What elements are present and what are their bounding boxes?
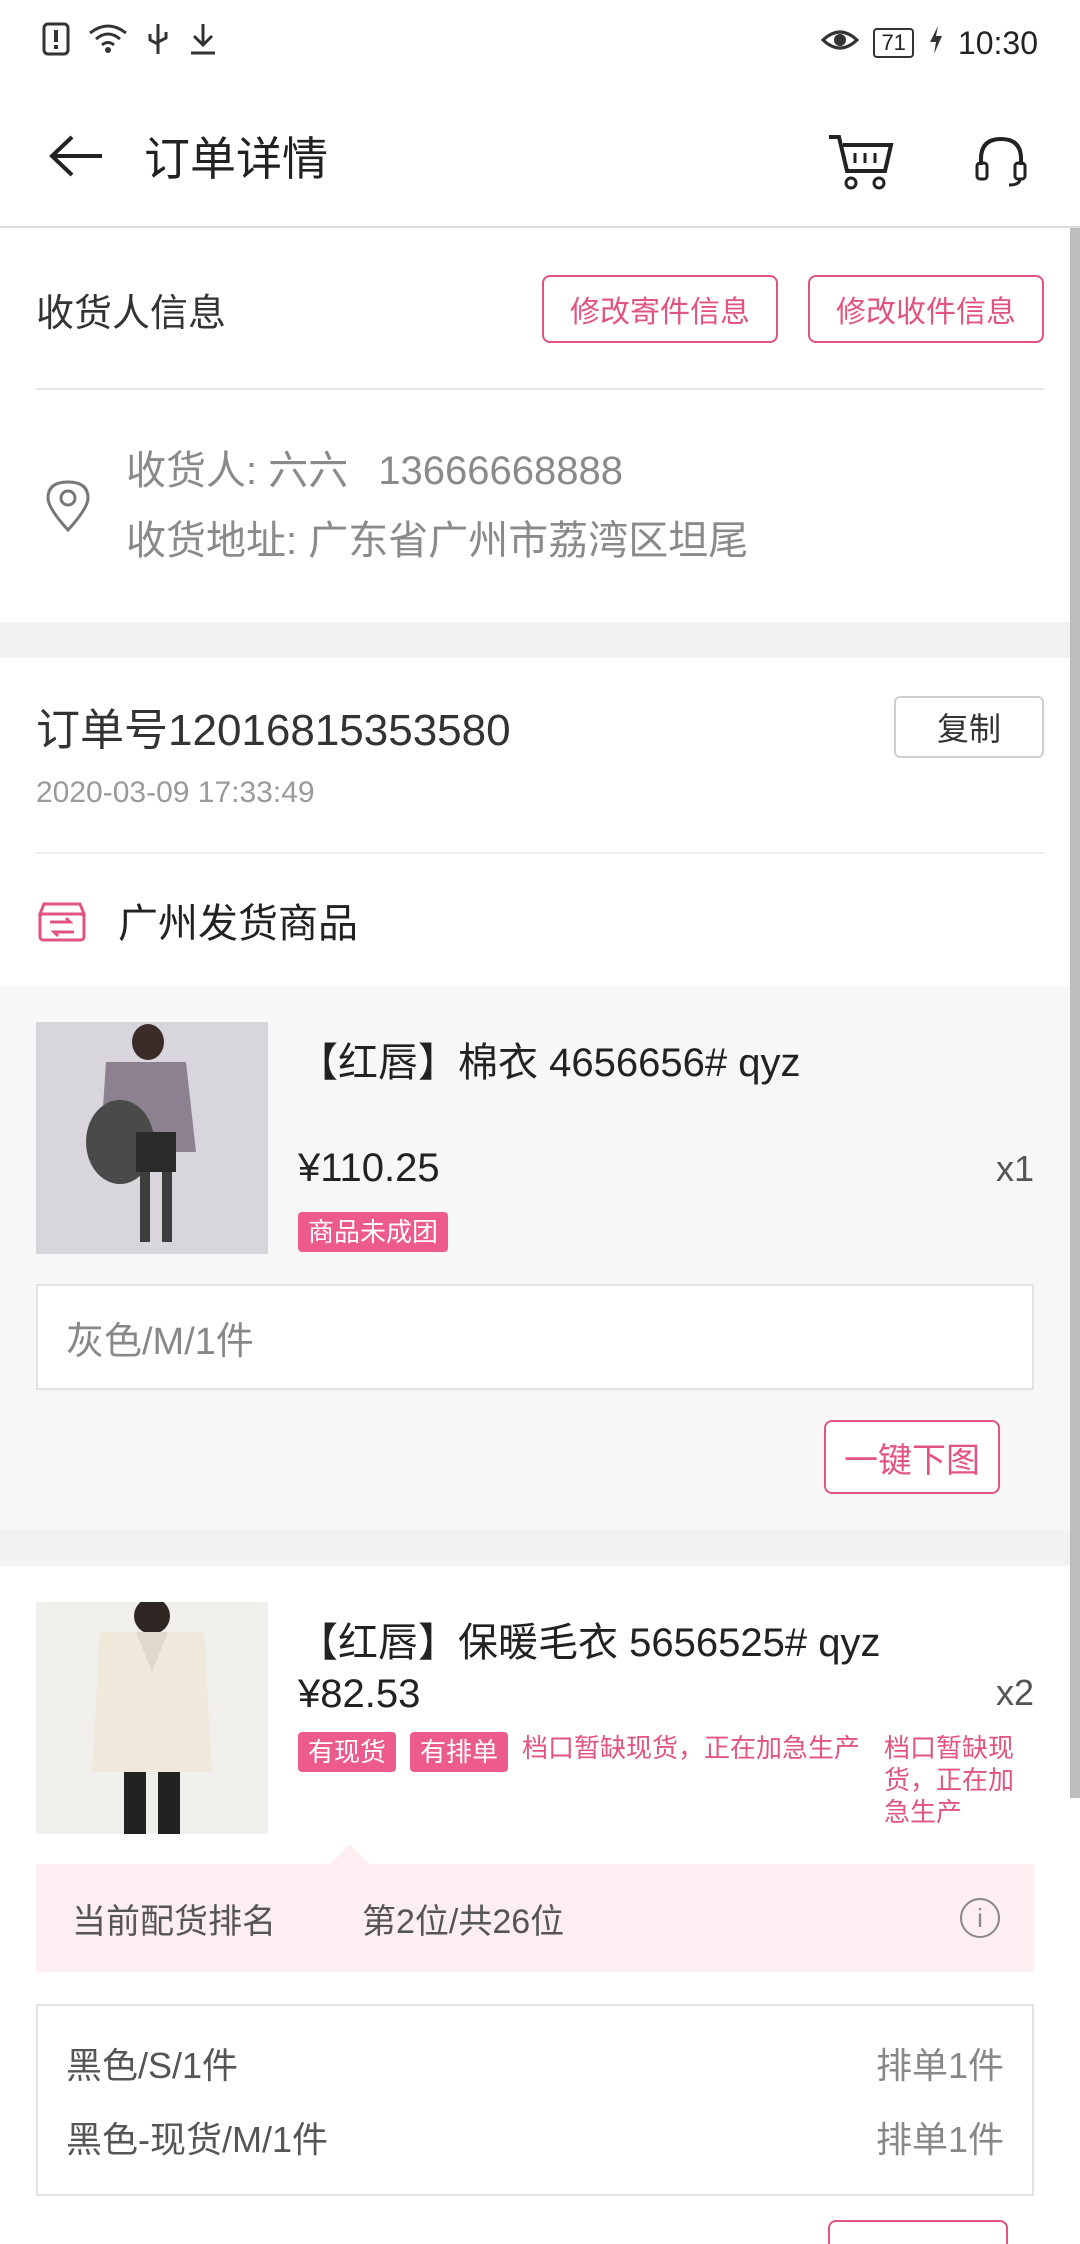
eye-icon xyxy=(821,25,860,62)
recipient-body: 收货人: 六六 13666668888 收货地址: 广东省广州市荔湾区坦尾 xyxy=(0,390,1070,622)
status-bar: 71 10:30 xyxy=(0,0,1080,86)
scrollbar[interactable] xyxy=(1070,228,1080,1798)
clock-time: 10:30 xyxy=(957,24,1038,61)
product-name[interactable]: 【红唇】棉衣 4656656# qyz xyxy=(298,1030,1034,1088)
ship-origin-row: 广州发货商品 xyxy=(0,854,1070,986)
nav-actions xyxy=(826,126,1036,196)
back-button[interactable] xyxy=(36,116,116,196)
status-icons-left xyxy=(42,22,218,64)
edit-sender-button[interactable]: 修改寄件信息 xyxy=(542,275,778,343)
location-pin-icon xyxy=(46,480,90,533)
product-image[interactable] xyxy=(36,1022,268,1254)
wifi-icon xyxy=(88,23,128,63)
cart-icon xyxy=(829,135,894,190)
variant-list: 黑色/S/1件 排单1件 黑色-现货/M/1件 排单1件 xyxy=(36,2004,1034,2196)
section-divider xyxy=(0,622,1070,658)
download-images-button[interactable]: 一键下图 xyxy=(824,1420,1000,1494)
order-time: 2020-03-09 17:33:49 xyxy=(36,776,315,809)
nav-bar: 订单详情 xyxy=(0,86,1080,228)
status-badge: 商品未成团 xyxy=(298,1212,449,1252)
variant-status: 排单1件 xyxy=(875,2045,1004,2086)
order-number: 订单号12016815353580 xyxy=(36,706,511,755)
customer-service-button[interactable] xyxy=(966,126,1036,196)
ship-origin-label: 广州发货商品 xyxy=(118,902,358,946)
rank-label: 当前配货排名 xyxy=(72,1902,276,1941)
product-quantity: x2 xyxy=(995,1672,1034,1713)
recipient-actions: 修改寄件信息 修改收件信息 xyxy=(542,275,1044,343)
recipient-phone: 13666668888 xyxy=(378,449,623,493)
variant-spec: 黑色/S/1件 xyxy=(66,2045,239,2086)
cart-button[interactable] xyxy=(826,126,896,196)
product-price: ¥82.53 xyxy=(298,1672,421,1716)
recipient-header: 收货人信息 修改寄件信息 修改收件信息 xyxy=(36,230,1044,390)
product-info: 【红唇】棉衣 4656656# qyz ¥110.25 x1 商品未成团 xyxy=(298,1022,1034,1254)
product-item: 【红唇】棉衣 4656656# qyz ¥110.25 x1 商品未成团 灰色/… xyxy=(0,986,1070,1530)
recipient-address: 收货地址: 广东省广州市荔湾区坦尾 xyxy=(126,519,749,563)
recipient-name: 收货人: 六六 xyxy=(126,449,349,493)
copy-button[interactable]: 复制 xyxy=(894,696,1044,758)
rank-value: 第2位/共26位 xyxy=(362,1902,565,1941)
alert-icon xyxy=(42,22,70,64)
allocation-rank-box: 当前配货排名 第2位/共26位 i xyxy=(36,1844,1034,1972)
product-price: ¥110.25 xyxy=(298,1146,440,1190)
product-actions: 一键下图 xyxy=(36,1420,1034,1494)
list-item: 黑色/S/1件 排单1件 xyxy=(66,2026,1004,2100)
headset-icon xyxy=(975,136,1027,187)
list-item: 黑色-现货/M/1件 排单1件 xyxy=(66,2100,1004,2174)
usb-icon xyxy=(146,22,170,64)
section-divider xyxy=(0,1530,1070,1566)
spec-field: 灰色/M/1件 xyxy=(36,1284,1034,1390)
warehouse-icon xyxy=(37,902,87,942)
product-tags: 商品未成团 xyxy=(298,1212,449,1252)
rank-pointer xyxy=(330,1844,370,1884)
recipient-details: 收货人: 六六 13666668888 收货地址: 广东省广州市荔湾区坦尾 xyxy=(126,436,748,576)
charging-icon xyxy=(928,25,944,62)
order-card: 订单号12016815353580 2020-03-09 17:33:49 复制… xyxy=(0,658,1070,986)
order-detail-content: 收货人信息 修改寄件信息 修改收件信息 收货人: 六六 13666668888 收… xyxy=(0,230,1070,2196)
info-icon[interactable]: i xyxy=(960,1898,1000,1938)
back-arrow-icon xyxy=(49,135,102,177)
in-stock-badge: 有现货 xyxy=(298,1732,397,1772)
product-summary: 【红唇】棉衣 4656656# qyz ¥110.25 x1 商品未成团 xyxy=(36,1022,1034,1254)
product-name[interactable]: 【红唇】保暖毛衣 5656525# qyz xyxy=(298,1610,1034,1668)
download-icon xyxy=(188,22,218,64)
variant-spec: 黑色-现货/M/1件 xyxy=(66,2119,329,2160)
recipient-title: 收货人信息 xyxy=(36,292,227,335)
recipient-name-line: 收货人: 六六 13666668888 xyxy=(126,436,748,506)
order-header: 订单号12016815353580 2020-03-09 17:33:49 复制 xyxy=(36,658,1044,854)
page-title: 订单详情 xyxy=(144,133,328,185)
product-image[interactable] xyxy=(36,1602,268,1834)
stock-note: 档口暂缺现货，正在加急生产 xyxy=(522,1733,861,1763)
battery-indicator: 71 xyxy=(873,28,914,58)
product-item: 【红唇】保暖毛衣 5656525# qyz ¥82.53 x2 有现货 有排单 … xyxy=(0,1566,1070,2196)
recipient-card: 收货人信息 修改寄件信息 修改收件信息 收货人: 六六 13666668888 收… xyxy=(0,230,1070,622)
product-summary: 【红唇】保暖毛衣 5656525# qyz ¥82.53 x2 有现货 有排单 … xyxy=(36,1602,1034,1834)
queued-badge: 有排单 xyxy=(410,1732,509,1772)
product-quantity: x1 xyxy=(995,1148,1034,1189)
edit-receiver-button[interactable]: 修改收件信息 xyxy=(808,275,1044,343)
variant-status: 排单1件 xyxy=(875,2119,1004,2160)
partial-action-button[interactable] xyxy=(828,2220,1008,2244)
stock-note-secondary: 档口暂缺现货，正在加急生产 xyxy=(884,1733,1015,1827)
status-icons-right: 71 10:30 xyxy=(821,25,1038,62)
product-info: 【红唇】保暖毛衣 5656525# qyz ¥82.53 x2 有现货 有排单 … xyxy=(298,1602,1034,1834)
